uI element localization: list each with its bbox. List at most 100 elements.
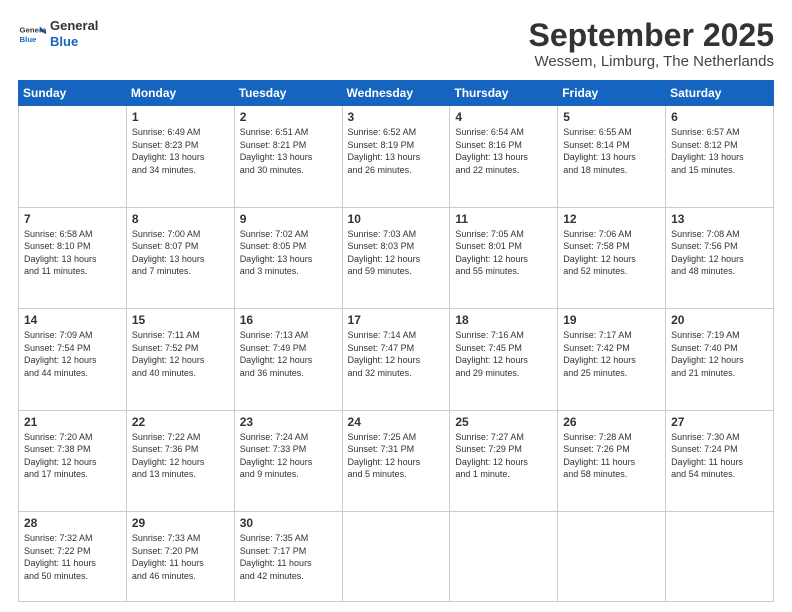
day-info: Sunrise: 7:25 AM Sunset: 7:31 PM Dayligh… [348,431,445,481]
weekday-header-wednesday: Wednesday [342,81,450,106]
day-number: 24 [348,415,445,429]
calendar-table: SundayMondayTuesdayWednesdayThursdayFrid… [18,80,774,602]
day-number: 18 [455,313,552,327]
day-info: Sunrise: 7:35 AM Sunset: 7:17 PM Dayligh… [240,532,337,582]
calendar-cell: 16 Sunrise: 7:13 AM Sunset: 7:49 PM Dayli… [234,309,342,410]
day-number: 11 [455,212,552,226]
calendar-cell: 28 Sunrise: 7:32 AM Sunset: 7:22 PM Dayli… [19,512,127,602]
day-number: 23 [240,415,337,429]
calendar-cell: 30 Sunrise: 7:35 AM Sunset: 7:17 PM Dayli… [234,512,342,602]
day-number: 21 [24,415,121,429]
logo-blue-text: Blue [50,34,98,50]
day-number: 8 [132,212,229,226]
day-number: 16 [240,313,337,327]
day-info: Sunrise: 7:09 AM Sunset: 7:54 PM Dayligh… [24,329,121,379]
day-number: 10 [348,212,445,226]
day-info: Sunrise: 6:51 AM Sunset: 8:21 PM Dayligh… [240,126,337,176]
calendar-cell: 23 Sunrise: 7:24 AM Sunset: 7:33 PM Dayli… [234,410,342,511]
month-title: September 2025 [529,18,774,53]
calendar-cell: 11Sunrise: 7:05 AM Sunset: 8:01 PM Dayli… [450,207,558,308]
calendar-cell [450,512,558,602]
calendar-cell: 10 Sunrise: 7:03 AM Sunset: 8:03 PM Dayli… [342,207,450,308]
day-info: Sunrise: 6:55 AM Sunset: 8:14 PM Dayligh… [563,126,660,176]
day-number: 3 [348,110,445,124]
day-info: Sunrise: 7:16 AM Sunset: 7:45 PM Dayligh… [455,329,552,379]
day-info: Sunrise: 6:58 AM Sunset: 8:10 PM Dayligh… [24,228,121,278]
weekday-header-thursday: Thursday [450,81,558,106]
weekday-header-tuesday: Tuesday [234,81,342,106]
day-info: Sunrise: 7:11 AM Sunset: 7:52 PM Dayligh… [132,329,229,379]
calendar-cell: 14 Sunrise: 7:09 AM Sunset: 7:54 PM Dayli… [19,309,127,410]
day-info: Sunrise: 7:08 AM Sunset: 7:56 PM Dayligh… [671,228,768,278]
day-number: 2 [240,110,337,124]
weekday-header-row: SundayMondayTuesdayWednesdayThursdayFrid… [19,81,774,106]
calendar-cell: 18 Sunrise: 7:16 AM Sunset: 7:45 PM Dayli… [450,309,558,410]
logo-icon: General Blue [18,20,46,48]
calendar-cell: 25 Sunrise: 7:27 AM Sunset: 7:29 PM Dayli… [450,410,558,511]
calendar-cell: 2 Sunrise: 6:51 AM Sunset: 8:21 PM Daylig… [234,106,342,207]
day-info: Sunrise: 7:20 AM Sunset: 7:38 PM Dayligh… [24,431,121,481]
day-info: Sunrise: 7:14 AM Sunset: 7:47 PM Dayligh… [348,329,445,379]
logo: General Blue General Blue [18,18,98,49]
calendar-cell: 21 Sunrise: 7:20 AM Sunset: 7:38 PM Dayli… [19,410,127,511]
day-info: Sunrise: 7:13 AM Sunset: 7:49 PM Dayligh… [240,329,337,379]
day-info: Sunrise: 7:19 AM Sunset: 7:40 PM Dayligh… [671,329,768,379]
calendar-cell [19,106,127,207]
svg-text:Blue: Blue [20,34,38,43]
day-info: Sunrise: 7:32 AM Sunset: 7:22 PM Dayligh… [24,532,121,582]
calendar-cell: 22Sunrise: 7:22 AM Sunset: 7:36 PM Dayli… [126,410,234,511]
day-number: 7 [24,212,121,226]
day-info: Sunrise: 6:54 AM Sunset: 8:16 PM Dayligh… [455,126,552,176]
day-info: Sunrise: 7:22 AM Sunset: 7:36 PM Dayligh… [132,431,229,481]
day-info: Sunrise: 6:52 AM Sunset: 8:19 PM Dayligh… [348,126,445,176]
day-number: 30 [240,516,337,530]
day-number: 5 [563,110,660,124]
calendar-cell: 24 Sunrise: 7:25 AM Sunset: 7:31 PM Dayli… [342,410,450,511]
calendar-cell: 4 Sunrise: 6:54 AM Sunset: 8:16 PM Daylig… [450,106,558,207]
day-number: 1 [132,110,229,124]
day-number: 29 [132,516,229,530]
day-info: Sunrise: 7:27 AM Sunset: 7:29 PM Dayligh… [455,431,552,481]
day-number: 27 [671,415,768,429]
day-info: Sunrise: 7:02 AM Sunset: 8:05 PM Dayligh… [240,228,337,278]
day-number: 9 [240,212,337,226]
day-number: 15 [132,313,229,327]
calendar-cell: 17 Sunrise: 7:14 AM Sunset: 7:47 PM Dayli… [342,309,450,410]
calendar-cell: 8 Sunrise: 7:00 AM Sunset: 8:07 PM Daylig… [126,207,234,308]
calendar-cell: 3 Sunrise: 6:52 AM Sunset: 8:19 PM Daylig… [342,106,450,207]
calendar-cell: 26Sunrise: 7:28 AM Sunset: 7:26 PM Dayli… [558,410,666,511]
day-number: 28 [24,516,121,530]
day-info: Sunrise: 7:33 AM Sunset: 7:20 PM Dayligh… [132,532,229,582]
day-info: Sunrise: 7:03 AM Sunset: 8:03 PM Dayligh… [348,228,445,278]
calendar-page: General Blue General Blue September 2025… [0,0,792,612]
day-info: Sunrise: 7:30 AM Sunset: 7:24 PM Dayligh… [671,431,768,481]
day-info: Sunrise: 7:06 AM Sunset: 7:58 PM Dayligh… [563,228,660,278]
day-info: Sunrise: 6:57 AM Sunset: 8:12 PM Dayligh… [671,126,768,176]
title-block: September 2025 Wessem, Limburg, The Neth… [529,18,774,70]
weekday-header-saturday: Saturday [666,81,774,106]
day-info: Sunrise: 7:17 AM Sunset: 7:42 PM Dayligh… [563,329,660,379]
day-info: Sunrise: 6:49 AM Sunset: 8:23 PM Dayligh… [132,126,229,176]
calendar-cell [558,512,666,602]
calendar-cell: 19Sunrise: 7:17 AM Sunset: 7:42 PM Dayli… [558,309,666,410]
calendar-cell: 15 Sunrise: 7:11 AM Sunset: 7:52 PM Dayli… [126,309,234,410]
day-number: 12 [563,212,660,226]
day-number: 14 [24,313,121,327]
calendar-cell: 27 Sunrise: 7:30 AM Sunset: 7:24 PM Dayli… [666,410,774,511]
calendar-cell: 7 Sunrise: 6:58 AM Sunset: 8:10 PM Daylig… [19,207,127,308]
location-title: Wessem, Limburg, The Netherlands [529,53,774,70]
day-number: 4 [455,110,552,124]
day-info: Sunrise: 7:00 AM Sunset: 8:07 PM Dayligh… [132,228,229,278]
day-number: 20 [671,313,768,327]
day-info: Sunrise: 7:24 AM Sunset: 7:33 PM Dayligh… [240,431,337,481]
logo-general-text: General [50,18,98,34]
weekday-header-monday: Monday [126,81,234,106]
day-number: 26 [563,415,660,429]
calendar-cell: 5 Sunrise: 6:55 AM Sunset: 8:14 PM Daylig… [558,106,666,207]
header: General Blue General Blue September 2025… [18,18,774,70]
calendar-cell: 29 Sunrise: 7:33 AM Sunset: 7:20 PM Dayli… [126,512,234,602]
day-number: 17 [348,313,445,327]
calendar-cell: 13Sunrise: 7:08 AM Sunset: 7:56 PM Dayli… [666,207,774,308]
calendar-cell: 6Sunrise: 6:57 AM Sunset: 8:12 PM Daylig… [666,106,774,207]
day-number: 25 [455,415,552,429]
